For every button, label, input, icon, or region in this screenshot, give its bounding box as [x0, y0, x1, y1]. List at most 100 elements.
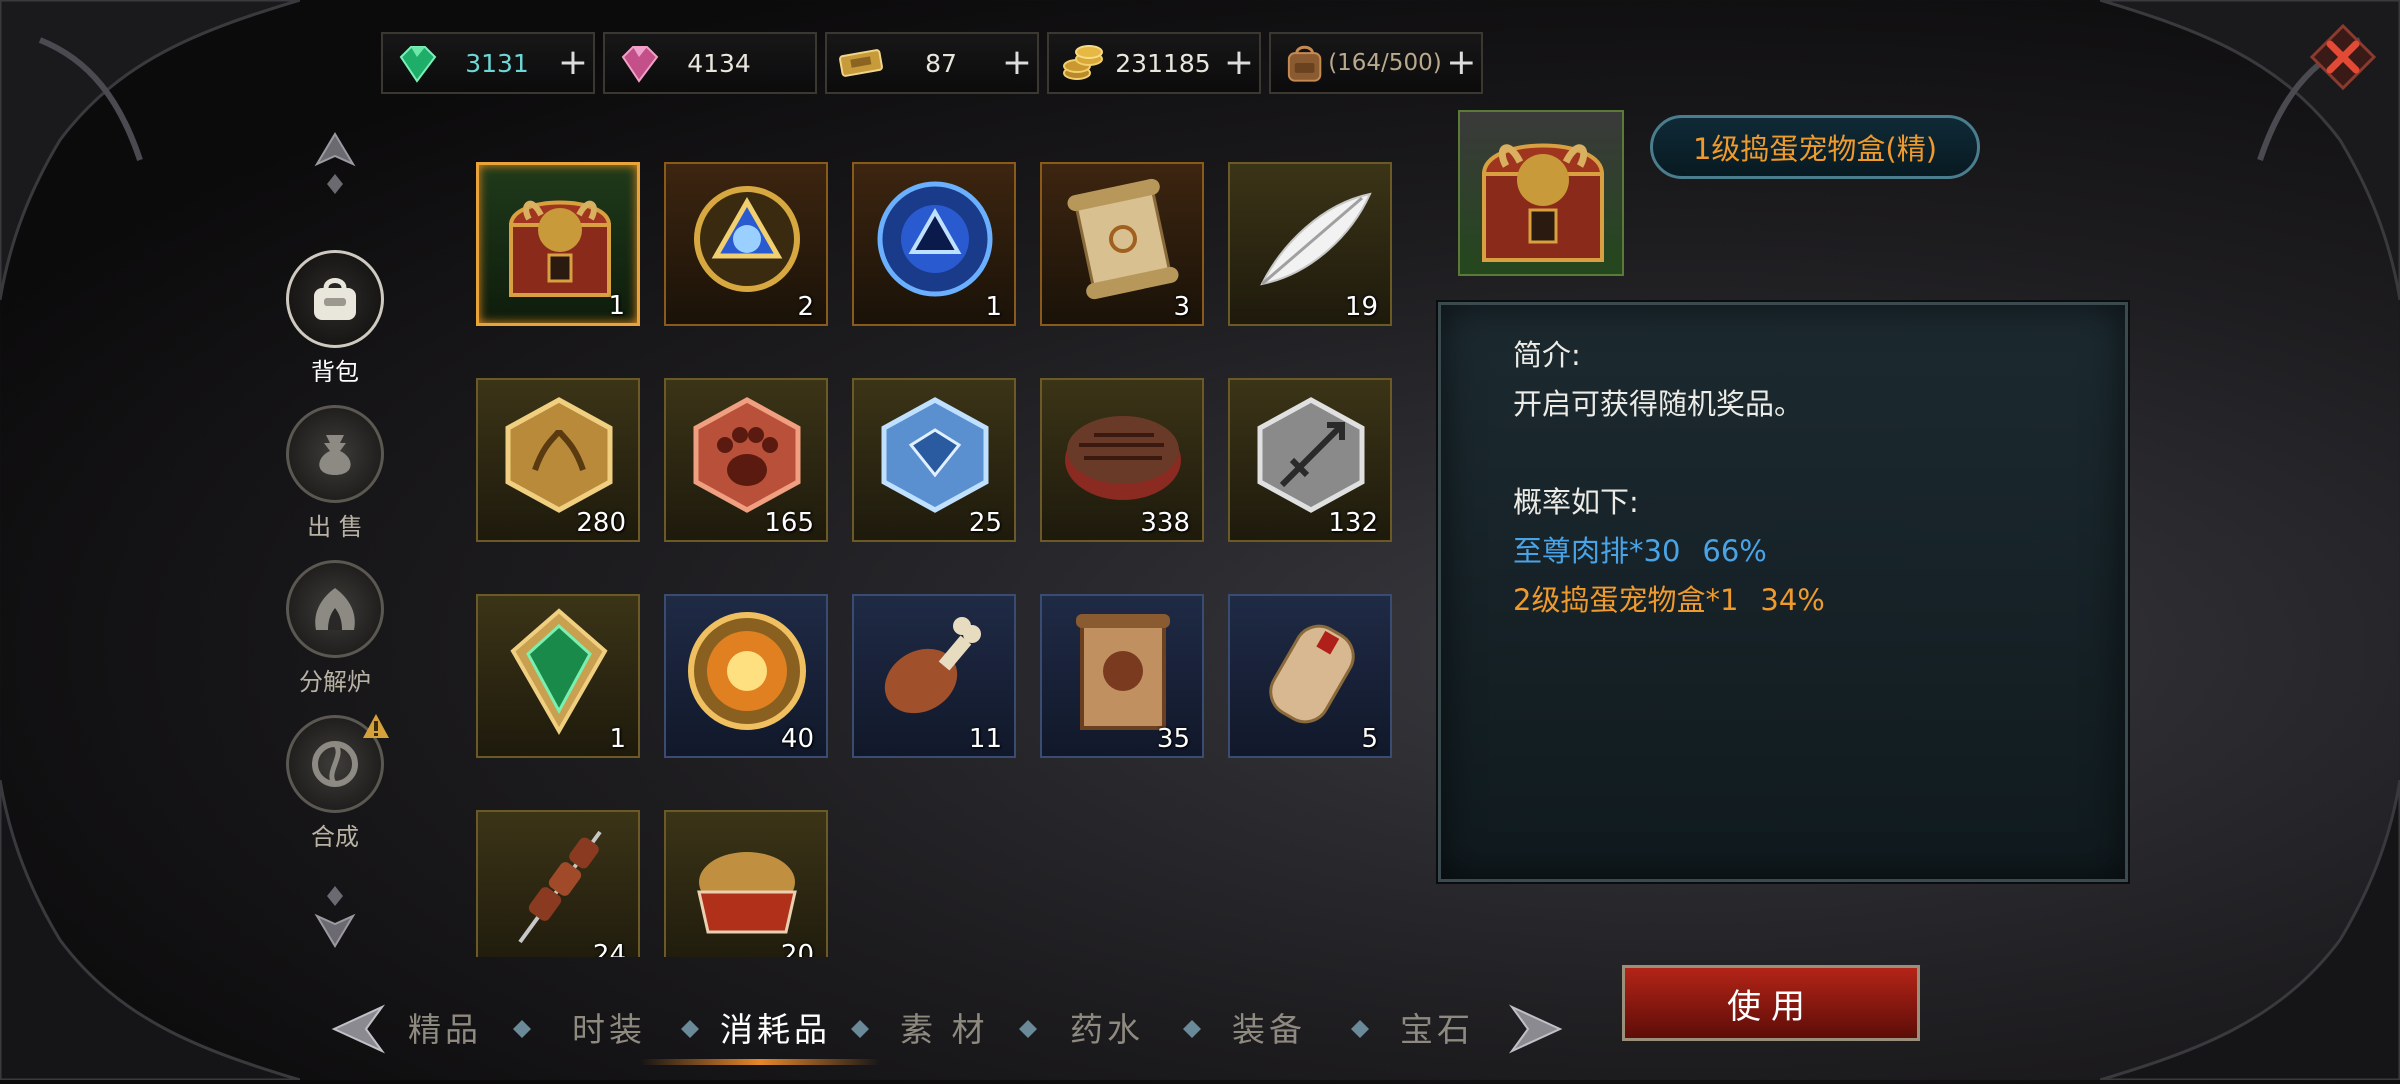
- diamond-separator-icon: [513, 1020, 531, 1038]
- item-quantity: 1: [608, 291, 625, 321]
- backpack-icon: [1287, 45, 1322, 82]
- tab-premium[interactable]: 精品: [408, 1003, 482, 1051]
- tab-equipment[interactable]: 装备: [1232, 1003, 1306, 1051]
- item-quantity: 11: [968, 724, 1002, 754]
- alert-icon: [363, 714, 389, 738]
- gold-coins-icon: [1063, 45, 1103, 80]
- synthesis-icon: [312, 741, 358, 787]
- item-slot-blue-crystal-token[interactable]: 25: [852, 378, 1016, 542]
- item-quantity: 25: [968, 508, 1002, 538]
- item-quantity: 5: [1361, 724, 1378, 754]
- money-bag-icon: [319, 435, 351, 475]
- item-quantity: 19: [1344, 292, 1378, 322]
- silver-token-icon: [1257, 397, 1365, 513]
- bag-icon: [314, 278, 356, 320]
- item-description-panel: 简介: 开启可获得随机奖品。 概率如下: 至尊肉排*30 66% 2级捣蛋宠物盒*…: [1438, 302, 2128, 882]
- tab-left-arrow-icon[interactable]: [330, 1001, 386, 1057]
- gold-token-icon: [505, 397, 613, 513]
- add-ticket-button[interactable]: +: [997, 45, 1037, 81]
- item-quantity: 280: [576, 508, 626, 538]
- furnace-icon: [315, 588, 355, 630]
- item-slot-red-paw-token[interactable]: 165: [664, 378, 828, 542]
- item-quantity: 132: [1328, 508, 1378, 538]
- tab-fashion[interactable]: 时装: [572, 1003, 646, 1051]
- item-slot-map-pack[interactable]: 35: [1040, 594, 1204, 758]
- currency-value: 4134: [687, 48, 751, 78]
- frame-ornament-top-left: [0, 0, 301, 301]
- item-slot-white-feather[interactable]: 19: [1228, 162, 1392, 326]
- diamond-separator-icon: [1351, 1020, 1369, 1038]
- item-slot-scroll[interactable]: 3: [1040, 162, 1204, 326]
- add-emerald-button[interactable]: +: [553, 45, 593, 81]
- item-quantity: 24: [592, 940, 626, 957]
- scroll-icon: [1067, 178, 1179, 300]
- currency-value: 87: [925, 48, 957, 78]
- item-quantity: 1: [609, 724, 626, 754]
- drop-name: 至尊肉排*30: [1513, 534, 1681, 568]
- item-quantity: 3: [1173, 292, 1190, 322]
- category-tabs: 精品 时装 消耗品 素 材 药水 装备 宝石: [330, 995, 1580, 1065]
- bag-capacity: (164/500) +: [1269, 32, 1483, 94]
- add-gold-button[interactable]: +: [1219, 45, 1259, 81]
- close-button[interactable]: [2308, 22, 2378, 92]
- item-slot-steak[interactable]: 338: [1040, 378, 1204, 542]
- currency-value: 3131: [465, 48, 529, 78]
- frame-ornament-bottom-right: [2099, 779, 2400, 1082]
- item-slot-egg-pet-box[interactable]: 1: [476, 162, 640, 326]
- item-slot-silver-sword-token[interactable]: 132: [1228, 378, 1392, 542]
- item-slot-golden-rune-amulet[interactable]: 2: [664, 162, 828, 326]
- nav-backpack[interactable]: 背包: [285, 250, 385, 387]
- diamond-separator-icon: [1183, 1020, 1201, 1038]
- item-quantity: 2: [797, 292, 814, 322]
- scroll-up-arrow-icon[interactable]: [313, 130, 357, 200]
- item-slot-gold-emblem-token[interactable]: 280: [476, 378, 640, 542]
- probability-label: 概率如下:: [1513, 485, 1639, 519]
- currency-value: 231185: [1115, 48, 1211, 78]
- pink-gem-icon: [621, 46, 659, 83]
- currency-bar: 3131 + 4134 + 87 + 231185 + (164/500) +: [381, 32, 1483, 94]
- currency-emerald: 3131 +: [381, 32, 595, 94]
- nav-label: 分解炉: [299, 668, 371, 696]
- item-slot-blue-orb-rune[interactable]: 1: [852, 162, 1016, 326]
- item-quantity: 165: [764, 508, 814, 538]
- drop-row: 2级捣蛋宠物盒*1 34%: [1513, 576, 1825, 625]
- item-slot-green-crystal-shard[interactable]: 1: [476, 594, 640, 758]
- tab-consumables[interactable]: 消耗品: [720, 1003, 831, 1051]
- ticket-icon: [839, 49, 883, 77]
- expand-bag-button[interactable]: +: [1442, 45, 1481, 81]
- selected-item-icon: [1458, 110, 1624, 276]
- nav-label: 合成: [311, 823, 359, 851]
- active-tab-indicator: [640, 1059, 880, 1065]
- item-slot-rolled-scroll[interactable]: 5: [1228, 594, 1392, 758]
- blue-token-icon: [881, 397, 989, 513]
- tab-right-arrow-icon[interactable]: [1508, 1001, 1564, 1057]
- frame-ornament-bottom-left: [0, 779, 301, 1082]
- nav-synthesis[interactable]: 合成: [285, 714, 389, 852]
- treasure-chest-icon: [1481, 143, 1605, 262]
- diamond-separator-icon: [1019, 1020, 1037, 1038]
- item-slot-drumstick[interactable]: 11: [852, 594, 1016, 758]
- use-button[interactable]: 使用: [1622, 965, 1920, 1041]
- nav-label: 背包: [311, 358, 359, 386]
- tab-materials[interactable]: 素 材: [900, 1003, 989, 1051]
- intro-label: 简介:: [1513, 338, 1581, 372]
- item-slot-fire-medallion[interactable]: 40: [664, 594, 828, 758]
- nav-furnace[interactable]: 分解炉: [285, 560, 385, 697]
- currency-pink-gem: 4134 +: [603, 32, 817, 94]
- drop-percent: 66%: [1702, 534, 1767, 568]
- item-slot-meat-skewer[interactable]: 24: [476, 810, 640, 957]
- drop-name: 2级捣蛋宠物盒*1: [1513, 583, 1739, 617]
- fire-medallion-icon: [688, 612, 806, 730]
- emerald-gem-icon: [399, 46, 437, 83]
- meat-skewer-icon: [518, 830, 602, 944]
- scroll-down-arrow-icon[interactable]: [313, 880, 357, 950]
- map-pack-icon: [1076, 614, 1170, 730]
- item-slot-pet-food-bowl[interactable]: 20: [664, 810, 828, 957]
- tab-potions[interactable]: 药水: [1070, 1003, 1144, 1051]
- tab-gems[interactable]: 宝石: [1400, 1003, 1474, 1051]
- nav-sell[interactable]: 出 售: [285, 405, 385, 542]
- drop-row: 至尊肉排*30 66%: [1513, 527, 1825, 576]
- inventory-grid: 1 2 1 3 19 280 165 25 338 132 1 40 11 35…: [476, 162, 1396, 957]
- treasure-chest-icon: [508, 200, 612, 297]
- currency-value: (164/500): [1328, 50, 1442, 76]
